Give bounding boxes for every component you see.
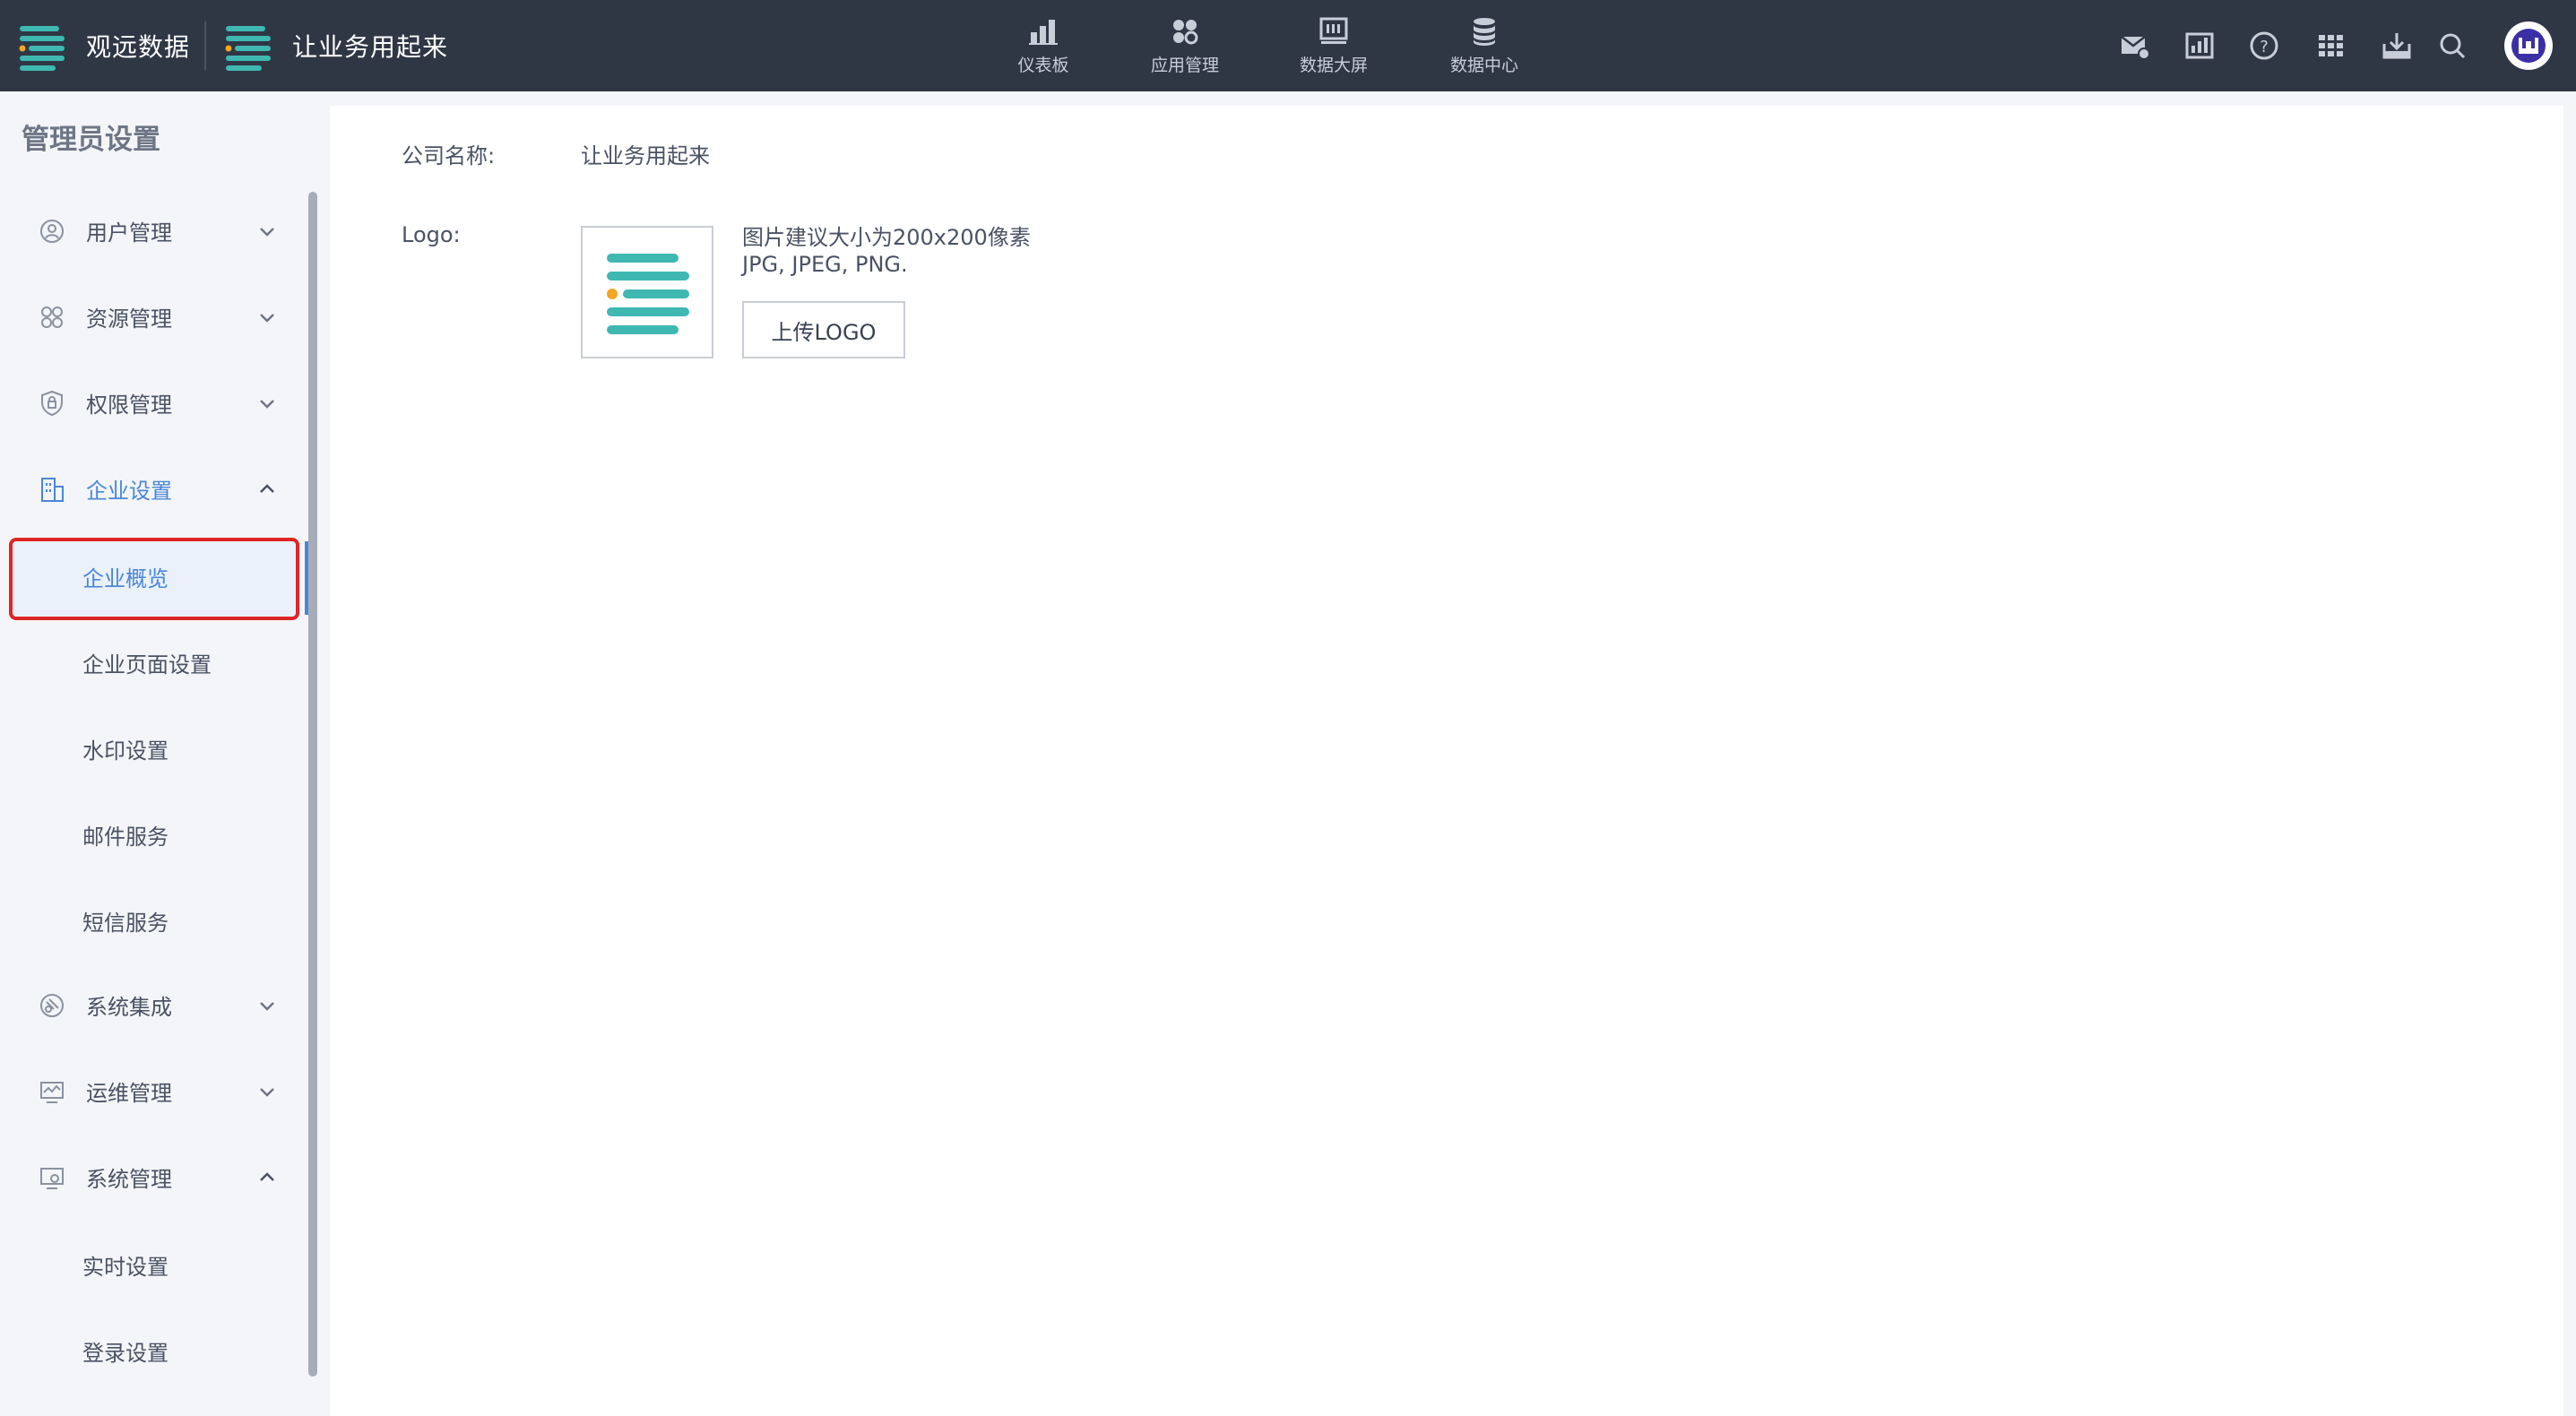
apps-grid-icon [1173, 19, 1198, 44]
sidebar-item-label: 系统管理 [86, 1167, 172, 1192]
sidebar-subitem-mail-service[interactable]: 邮件服务 [11, 798, 298, 876]
help-button[interactable]: ? [2246, 28, 2282, 64]
avatar-badge [2511, 29, 2546, 63]
enterprise-overview-panel: 公司名称: 让业务用起来 Logo: 图片建议大小为200x200像素 JPG,… [330, 106, 2563, 1416]
chevron-down-icon [255, 1079, 280, 1104]
sidebar-subitem-label: 实时设置 [82, 1255, 169, 1280]
database-icon [1474, 17, 1495, 46]
sidebar-item-permission-management[interactable]: 权限管理 [0, 362, 305, 448]
sidebar-item-system-integration[interactable]: 系统集成 [0, 964, 305, 1050]
download-icon [2382, 33, 2411, 59]
system-icon [38, 1163, 66, 1192]
brand-home-link[interactable]: 观远数据 [16, 0, 190, 91]
download-button[interactable] [2379, 28, 2415, 64]
sidebar-subitem-label: 水印设置 [82, 738, 169, 764]
sidebar-subitem-sms-service[interactable]: 短信服务 [11, 884, 298, 963]
tenant-brand[interactable]: 让业务用起来 [222, 0, 448, 91]
sidebar-item-ops-management[interactable]: 运维管理 [0, 1050, 305, 1136]
avatar-logo-icon [2519, 38, 2538, 54]
tenant-logo-icon [225, 26, 271, 71]
bar-chart-icon [1029, 19, 1058, 45]
chevron-down-icon [255, 993, 280, 1018]
chevron-down-icon [255, 391, 280, 416]
nav-data-center[interactable]: 数据中心 [1443, 0, 1526, 91]
sidebar-subitem-label: 短信服务 [82, 911, 169, 936]
shield-icon [38, 389, 66, 418]
sidebar-subitem-realtime-settings[interactable]: 实时设置 [11, 1228, 298, 1307]
sidebar-title: 管理员设置 [22, 124, 160, 156]
sidebar-subitem-enterprise-page-settings[interactable]: 企业页面设置 [11, 626, 298, 704]
mail-settings-icon [2121, 36, 2150, 60]
logo-label: Logo: [402, 222, 461, 247]
monitor-icon [1319, 17, 1348, 44]
chevron-down-icon [255, 305, 280, 330]
admin-sidebar: 管理员设置 用户管理 资源管理 权限管理 企业设置 企业概览 企业页面设置 水印… [0, 91, 321, 1416]
sidebar-subitem-label: 邮件服务 [82, 825, 169, 850]
sidebar-item-user-management[interactable]: 用户管理 [0, 190, 305, 276]
resource-icon [38, 303, 66, 332]
company-name-label: 公司名称: [402, 143, 496, 168]
mail-settings-button[interactable] [2117, 28, 2153, 64]
sidebar-subitem-login-settings[interactable]: 登录设置 [11, 1314, 298, 1393]
top-bar: 观远数据 让业务用起来 仪表板 应用管理 数据大屏 数据中心 ? [0, 0, 2576, 91]
upload-logo-button[interactable]: 上传LOGO [742, 301, 905, 358]
report-button[interactable] [2182, 28, 2217, 64]
sidebar-item-label: 权限管理 [86, 393, 172, 418]
integration-icon [38, 991, 66, 1020]
logo-size-hint: 图片建议大小为200x200像素 [742, 225, 1031, 250]
nav-app-management-label: 应用管理 [1150, 55, 1219, 75]
sidebar-item-label: 企业设置 [86, 479, 172, 504]
logo-format-hint: JPG, JPEG, PNG. [742, 252, 908, 277]
chevron-up-icon [255, 477, 280, 502]
help-icon: ? [2250, 31, 2278, 60]
sidebar-subitem-label: 企业页面设置 [82, 652, 212, 678]
app-grid-icon [2319, 35, 2343, 56]
app-launcher-button[interactable] [2312, 28, 2348, 64]
user-icon [38, 217, 66, 246]
sidebar-item-label: 系统集成 [86, 995, 172, 1020]
sidebar-scrollbar-thumb[interactable] [308, 192, 317, 1377]
sidebar-item-label: 用户管理 [86, 220, 172, 246]
sidebar-item-label: 运维管理 [86, 1081, 172, 1106]
brand-secondary-name: 让业务用起来 [292, 32, 449, 62]
sidebar-item-label: 资源管理 [86, 307, 172, 332]
brand-divider [204, 22, 206, 70]
highlight-annotation [9, 538, 299, 620]
sidebar-item-system-management[interactable]: 系统管理 [0, 1136, 305, 1222]
building-icon [38, 475, 66, 504]
nav-data-screen-label: 数据大屏 [1299, 55, 1368, 75]
svg-text:?: ? [2260, 38, 2269, 56]
company-logo-icon [607, 254, 689, 334]
brand-primary-name: 观远数据 [86, 32, 191, 62]
search-button[interactable] [2434, 28, 2470, 64]
nav-app-management[interactable]: 应用管理 [1144, 0, 1226, 91]
monitor-ops-icon [38, 1077, 66, 1106]
report-icon [2185, 32, 2214, 59]
nav-data-screen[interactable]: 数据大屏 [1292, 0, 1375, 91]
chevron-down-icon [255, 219, 280, 244]
search-icon [2440, 33, 2466, 59]
chevron-up-icon [255, 1165, 280, 1190]
sidebar-item-resource-management[interactable]: 资源管理 [0, 276, 305, 362]
nav-data-center-label: 数据中心 [1449, 55, 1518, 75]
user-avatar[interactable] [2504, 22, 2553, 70]
nav-dashboard-label: 仪表板 [1017, 55, 1069, 75]
sidebar-subitem-watermark-settings[interactable]: 水印设置 [11, 712, 298, 790]
sidebar-subitem-label: 登录设置 [82, 1341, 169, 1366]
company-name-value: 让业务用起来 [581, 143, 710, 168]
sidebar-item-enterprise-settings[interactable]: 企业设置 [0, 448, 305, 534]
nav-dashboard[interactable]: 仪表板 [1007, 0, 1079, 91]
brand-logo-icon [19, 26, 65, 71]
logo-preview [581, 226, 713, 358]
